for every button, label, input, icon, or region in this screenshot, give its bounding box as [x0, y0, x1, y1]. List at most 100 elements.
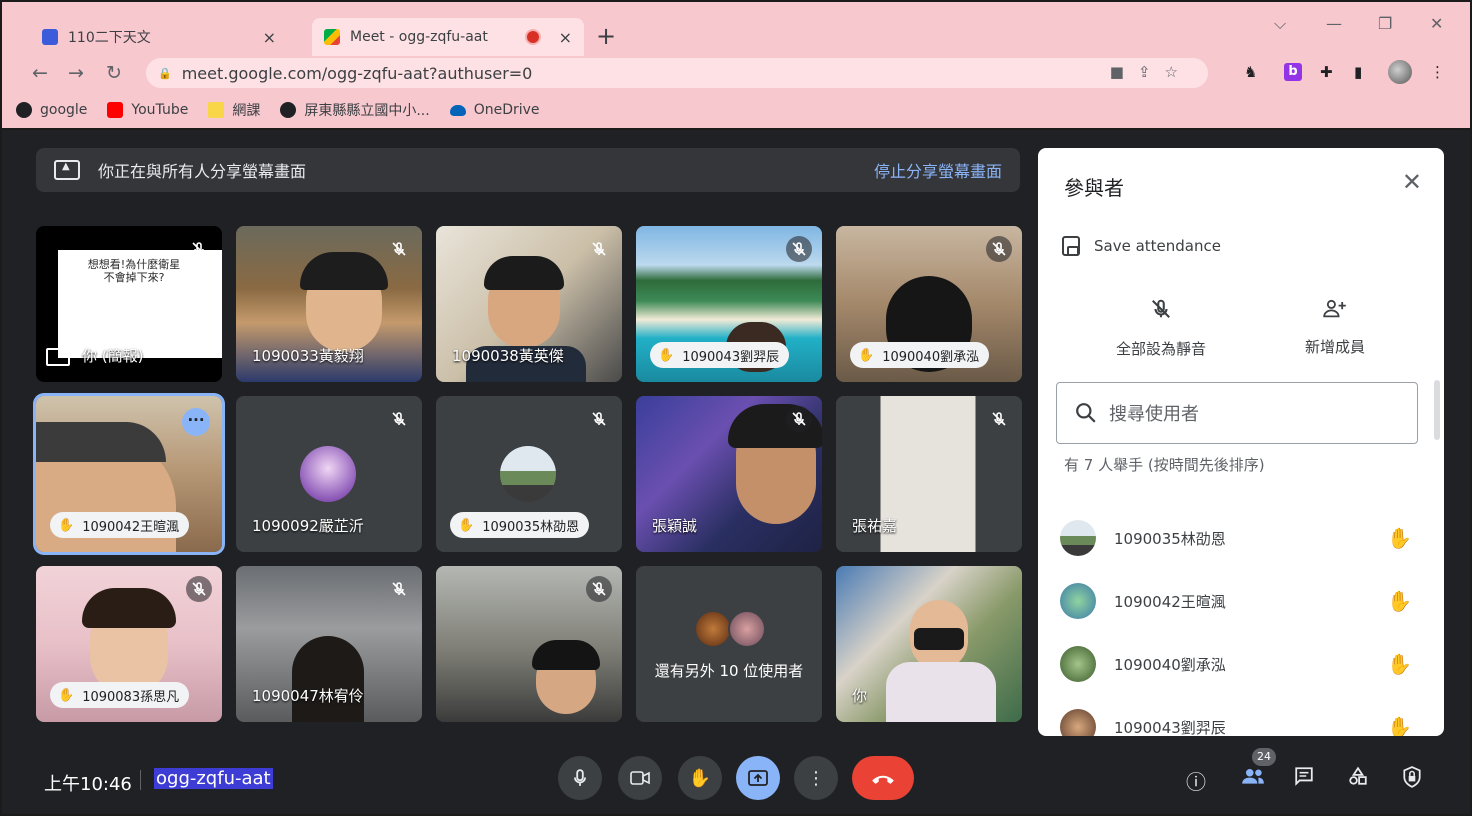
tab-meet[interactable]: Meet - ogg-zqfu-aat ×: [312, 18, 584, 56]
menu-icon[interactable]: ⋮: [1430, 63, 1445, 81]
others-avatars: [694, 610, 770, 650]
address-bar[interactable]: 🔒 meet.google.com/ogg-zqfu-aat?authuser=…: [146, 58, 1208, 88]
video-tile[interactable]: 你: [836, 566, 1022, 722]
mute-all-button[interactable]: 全部設為靜音: [1086, 298, 1236, 359]
minimize-icon[interactable]: —: [1326, 14, 1342, 33]
video-tile[interactable]: ··· ✋ 1090042王暄渢: [36, 396, 222, 552]
chat-icon[interactable]: [1294, 766, 1314, 791]
raised-hand-icon[interactable]: ✋: [1387, 526, 1412, 550]
forward-icon[interactable]: →: [68, 62, 84, 84]
meet-window: 你正在與所有人分享螢幕畫面 停止分享螢幕畫面 想想看!為什麼衛星不會掉下來? 你…: [0, 130, 1472, 816]
microphone-button[interactable]: [558, 756, 602, 800]
calendar-icon: [42, 29, 58, 45]
back-icon[interactable]: ←: [32, 62, 48, 84]
leave-call-button[interactable]: [852, 756, 914, 800]
mic-off-icon: [786, 406, 812, 432]
host-controls-icon[interactable]: [1402, 766, 1422, 793]
bookmark-youtube[interactable]: YouTube: [107, 102, 188, 118]
bookmark-google[interactable]: google: [16, 102, 87, 118]
search-icon: [1076, 403, 1096, 423]
mic-off-icon: [986, 236, 1012, 262]
video-tile[interactable]: ✋ 1090083孫思凡: [36, 566, 222, 722]
present-screen-icon: [748, 770, 768, 786]
omnibox-actions[interactable]: ■⇪☆: [1110, 63, 1192, 81]
video-tile[interactable]: [436, 566, 622, 722]
mic-off-icon: [1086, 298, 1236, 326]
others-label: 還有另外 10 位使用者: [654, 662, 804, 680]
puzzle-icon[interactable]: ✚: [1320, 63, 1333, 81]
add-people-button[interactable]: 新增成員: [1260, 298, 1410, 357]
video-tile[interactable]: ✋ 1090040劉承泓: [836, 226, 1022, 382]
video-tile[interactable]: ✋ 1090043劉羿辰: [636, 226, 822, 382]
raised-hand-icon: ✋: [858, 347, 875, 363]
participant-name-pill: ✋ 1090042王暄渢: [50, 512, 190, 538]
address-text: meet.google.com/ogg-zqfu-aat?authuser=0: [181, 63, 533, 83]
raised-hand-icon: ✋: [458, 517, 475, 533]
stop-sharing-button[interactable]: 停止分享螢幕畫面: [874, 158, 1002, 182]
side-panel-icon[interactable]: ▮: [1354, 63, 1362, 81]
present-screen-icon: [54, 160, 80, 180]
panel-title: 參與者: [1064, 176, 1124, 200]
meeting-code: ogg-zqfu-aat: [154, 768, 273, 789]
participant-name: 你: [852, 687, 868, 705]
raised-hands-label: 有 7 人舉手 (按時間先後排序): [1064, 456, 1265, 474]
raised-hand-icon[interactable]: ✋: [1387, 715, 1412, 736]
video-tile[interactable]: 1090033黃毅翔: [236, 226, 422, 382]
bookmark-folder[interactable]: 網課: [208, 100, 260, 120]
participant-name: 你 (簡報): [82, 347, 144, 365]
raised-hand-icon: ✋: [58, 517, 75, 533]
video-tile[interactable]: ✋ 1090035林劭恩: [436, 396, 622, 552]
search-input[interactable]: 搜尋使用者: [1056, 382, 1418, 444]
reload-icon[interactable]: ↻: [106, 62, 122, 84]
panel-scrollbar[interactable]: [1434, 380, 1440, 440]
present-screen-icon: [46, 348, 70, 366]
raised-hand-icon: ✋: [658, 347, 675, 363]
new-tab-button[interactable]: +: [596, 22, 616, 50]
video-tile[interactable]: 想想看!為什麼衛星不會掉下來? 你 (簡報): [36, 226, 222, 382]
participant-name: 1090038黃英傑: [452, 347, 564, 365]
people-icon[interactable]: [1240, 766, 1266, 790]
mic-off-icon: [386, 236, 412, 262]
mic-off-icon: [186, 236, 212, 262]
avatar: [694, 610, 732, 648]
raise-hand-button[interactable]: ✋: [678, 756, 722, 800]
close-tab-icon[interactable]: ×: [559, 28, 572, 47]
restore-icon[interactable]: ❐: [1378, 14, 1392, 33]
present-button[interactable]: [736, 756, 780, 800]
camera-button[interactable]: [618, 756, 662, 800]
recording-icon: [526, 31, 539, 43]
save-attendance-button[interactable]: Save attendance: [1062, 236, 1221, 256]
avatar: [1060, 709, 1096, 736]
video-tile[interactable]: 張穎誠: [636, 396, 822, 552]
list-item[interactable]: 1090042王暄渢 ✋: [1060, 579, 1420, 623]
avatar: [728, 610, 766, 648]
list-item[interactable]: 1090043劉羿辰 ✋: [1060, 705, 1420, 736]
video-tile[interactable]: 1090038黃英傑: [436, 226, 622, 382]
share-banner-text: 你正在與所有人分享螢幕畫面: [98, 162, 307, 181]
raised-hand-icon[interactable]: ✋: [1387, 589, 1412, 613]
video-tile[interactable]: 1090047林宥伶: [236, 566, 422, 722]
more-options-button[interactable]: ⋮: [794, 756, 838, 800]
tab-search-icon[interactable]: ⌵: [1274, 14, 1286, 34]
raised-hand-icon[interactable]: ✋: [1387, 652, 1412, 676]
meeting-details-icon[interactable]: ⓘ: [1186, 766, 1206, 795]
list-item[interactable]: 1090040劉承泓 ✋: [1060, 642, 1420, 686]
extension-b-icon[interactable]: b: [1284, 63, 1302, 81]
mic-off-icon: [986, 406, 1012, 432]
more-vert-icon: ⋮: [807, 767, 825, 789]
activities-icon[interactable]: [1348, 766, 1368, 791]
others-tile[interactable]: 還有另外 10 位使用者: [636, 566, 822, 722]
extension-icon[interactable]: ♞: [1244, 63, 1257, 81]
close-tab-icon[interactable]: ×: [263, 28, 276, 47]
video-tile[interactable]: 張祐嘉: [836, 396, 1022, 552]
more-options-button[interactable]: ···: [182, 408, 210, 436]
close-window-icon[interactable]: ✕: [1430, 14, 1443, 33]
bookmark-onedrive[interactable]: OneDrive: [449, 102, 540, 118]
list-item[interactable]: 1090035林劭恩 ✋: [1060, 516, 1420, 560]
search-placeholder: 搜尋使用者: [1109, 404, 1199, 425]
profile-avatar[interactable]: [1388, 60, 1412, 84]
tab-classroom[interactable]: 110二下天文 ×: [30, 18, 288, 56]
video-tile[interactable]: 1090092嚴芷沂: [236, 396, 422, 552]
bookmark-school[interactable]: 屏東縣縣立國中小...: [280, 100, 430, 120]
close-icon[interactable]: ✕: [1402, 168, 1422, 196]
